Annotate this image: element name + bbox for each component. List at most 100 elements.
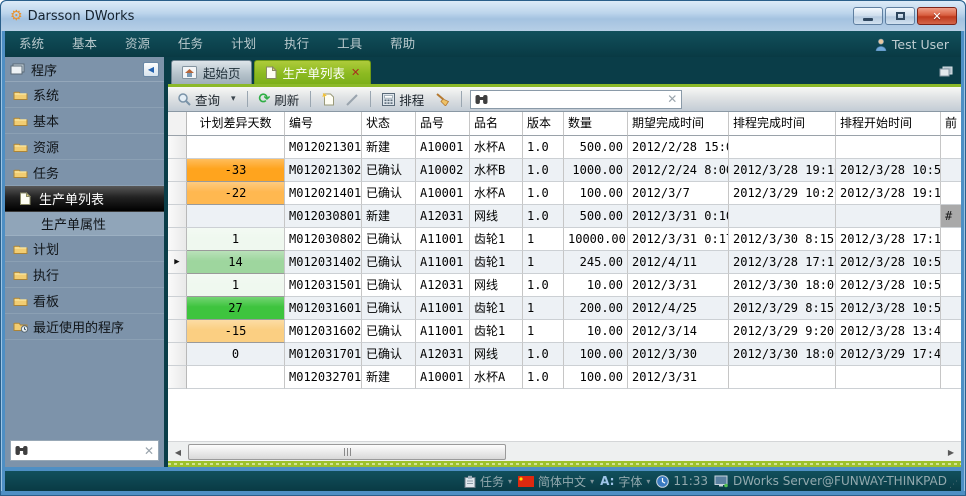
cell-diff[interactable]: -15 xyxy=(187,320,285,343)
cell-status[interactable]: 新建 xyxy=(362,366,416,389)
row-header-cell[interactable] xyxy=(168,343,187,366)
sidebar-search-clear-icon[interactable]: ✕ xyxy=(144,444,154,458)
cell-item_name[interactable]: 网线 xyxy=(470,343,523,366)
query-dropdown-icon[interactable]: ▾ xyxy=(228,94,239,104)
cell-item_no[interactable]: A11001 xyxy=(416,297,470,320)
cell-sched_end[interactable]: 2012/3/29 9:20 xyxy=(729,320,836,343)
clear-filter-button[interactable] xyxy=(432,91,453,107)
cell-qty[interactable]: 500.00 xyxy=(564,136,628,159)
cell-sched_start[interactable]: 2012/3/29 17:46 xyxy=(836,343,941,366)
menu-item-7[interactable]: 帮助 xyxy=(376,31,429,57)
sidebar-item-2[interactable]: 资源 xyxy=(5,134,164,160)
close-button[interactable]: ✕ xyxy=(917,7,957,25)
cell-status[interactable]: 已确认 xyxy=(362,228,416,251)
menu-item-4[interactable]: 计划 xyxy=(217,31,270,57)
cell-item_no[interactable]: A10001 xyxy=(416,182,470,205)
cell-version[interactable]: 1 xyxy=(523,320,564,343)
tab-list-icon[interactable] xyxy=(939,63,953,82)
column-header-5[interactable]: 版本 xyxy=(523,112,564,136)
sidebar-item-5[interactable]: 生产单属性 xyxy=(5,212,164,236)
cell-sched_start[interactable] xyxy=(836,205,941,228)
cell-code[interactable]: M012032701 xyxy=(285,366,362,389)
cell-sched_end[interactable]: 2012/3/30 18:00 xyxy=(729,343,836,366)
cell-qty[interactable]: 100.00 xyxy=(564,182,628,205)
cell-code[interactable]: M012031501 xyxy=(285,274,362,297)
table-row[interactable]: ▶14M012031402已确认A11001齿轮11245.002012/4/1… xyxy=(168,251,961,274)
cell-expected[interactable]: 2012/3/30 xyxy=(628,343,729,366)
cell-code[interactable]: M012021401 xyxy=(285,182,362,205)
cell-sched_start[interactable]: 2012/3/28 10:52 xyxy=(836,274,941,297)
cell-expected[interactable]: 2012/3/31 0:17 xyxy=(628,228,729,251)
cell-expected[interactable]: 2012/3/7 xyxy=(628,182,729,205)
cell-sched_start[interactable]: 2012/3/28 13:40 xyxy=(836,320,941,343)
cell-version[interactable]: 1.0 xyxy=(523,205,564,228)
cell-diff[interactable] xyxy=(187,366,285,389)
column-header-10[interactable]: 前 xyxy=(941,112,961,136)
menu-item-5[interactable]: 执行 xyxy=(270,31,323,57)
row-header-cell[interactable] xyxy=(168,297,187,320)
menu-item-6[interactable]: 工具 xyxy=(323,31,376,57)
cell-status[interactable]: 已确认 xyxy=(362,297,416,320)
cell-clip[interactable] xyxy=(941,251,961,274)
production-order-grid[interactable]: 计划差异天数编号状态品号品名版本数量期望完成时间排程完成时间排程开始时间前M01… xyxy=(168,112,961,441)
scroll-left-icon[interactable]: ◀ xyxy=(170,444,186,460)
cell-status[interactable]: 已确认 xyxy=(362,274,416,297)
maximize-button[interactable] xyxy=(885,7,915,25)
cell-item_no[interactable]: A10001 xyxy=(416,366,470,389)
cell-expected[interactable]: 2012/3/14 xyxy=(628,320,729,343)
row-header-cell[interactable] xyxy=(168,228,187,251)
cell-status[interactable]: 已确认 xyxy=(362,343,416,366)
cell-code[interactable]: M012031402 xyxy=(285,251,362,274)
cell-qty[interactable]: 500.00 xyxy=(564,205,628,228)
table-row[interactable]: 1M012030802已确认A11001齿轮1110000.002012/3/3… xyxy=(168,228,961,251)
cell-qty[interactable]: 10.00 xyxy=(564,320,628,343)
cell-qty[interactable]: 245.00 xyxy=(564,251,628,274)
cell-sched_start[interactable] xyxy=(836,136,941,159)
cell-clip[interactable] xyxy=(941,274,961,297)
sidebar-item-9[interactable]: 最近使用的程序 xyxy=(5,314,164,340)
cell-code[interactable]: M012021301 xyxy=(285,136,362,159)
cell-sched_end[interactable] xyxy=(729,136,836,159)
cell-qty[interactable]: 100.00 xyxy=(564,366,628,389)
cell-qty[interactable]: 10000.00 xyxy=(564,228,628,251)
table-row[interactable]: 27M012031601已确认A11001齿轮11200.002012/4/25… xyxy=(168,297,961,320)
cell-diff[interactable]: 14 xyxy=(187,251,285,274)
cell-diff[interactable] xyxy=(187,136,285,159)
cell-sched_end[interactable]: 2012/3/30 18:00 xyxy=(729,274,836,297)
scrollbar-thumb[interactable] xyxy=(188,444,506,460)
menu-item-2[interactable]: 资源 xyxy=(111,31,164,57)
cell-sched_start[interactable]: 2012/3/28 10:52 xyxy=(836,297,941,320)
cell-version[interactable]: 1.0 xyxy=(523,159,564,182)
column-header-8[interactable]: 排程完成时间 xyxy=(729,112,836,136)
cell-status[interactable]: 新建 xyxy=(362,205,416,228)
cell-clip[interactable] xyxy=(941,297,961,320)
sidebar-item-7[interactable]: 执行 xyxy=(5,262,164,288)
cell-item_name[interactable]: 齿轮1 xyxy=(470,320,523,343)
cell-clip[interactable] xyxy=(941,366,961,389)
cell-status[interactable]: 已确认 xyxy=(362,182,416,205)
cell-item_name[interactable]: 水杯A xyxy=(470,182,523,205)
cell-expected[interactable]: 2012/4/25 xyxy=(628,297,729,320)
cell-version[interactable]: 1.0 xyxy=(523,182,564,205)
status-font[interactable]: A: 字体 ▾ xyxy=(600,473,650,490)
toolbar-search-input[interactable] xyxy=(492,92,663,106)
cell-status[interactable]: 已确认 xyxy=(362,251,416,274)
cell-code[interactable]: M012031601 xyxy=(285,297,362,320)
cell-version[interactable]: 1 xyxy=(523,251,564,274)
user-indicator[interactable]: Test User xyxy=(875,37,961,52)
table-row[interactable]: -33M012021302已确认A10002水杯B1.01000.002012/… xyxy=(168,159,961,182)
sidebar-item-3[interactable]: 任务 xyxy=(5,160,164,186)
cell-sched_end[interactable]: 2012/3/29 10:20 xyxy=(729,182,836,205)
cell-item_name[interactable]: 齿轮1 xyxy=(470,297,523,320)
cell-expected[interactable]: 2012/2/24 8:00 xyxy=(628,159,729,182)
cell-expected[interactable]: 2012/3/31 xyxy=(628,366,729,389)
column-header-7[interactable]: 期望完成时间 xyxy=(628,112,729,136)
cell-clip[interactable] xyxy=(941,159,961,182)
cell-status[interactable]: 新建 xyxy=(362,136,416,159)
minimize-button[interactable] xyxy=(853,7,883,25)
cell-code[interactable]: M012031701 xyxy=(285,343,362,366)
cell-clip[interactable] xyxy=(941,136,961,159)
resize-grip[interactable]: ⋰ xyxy=(949,480,959,490)
table-row[interactable]: -15M012031602已确认A11001齿轮1110.002012/3/14… xyxy=(168,320,961,343)
cell-clip[interactable] xyxy=(941,343,961,366)
